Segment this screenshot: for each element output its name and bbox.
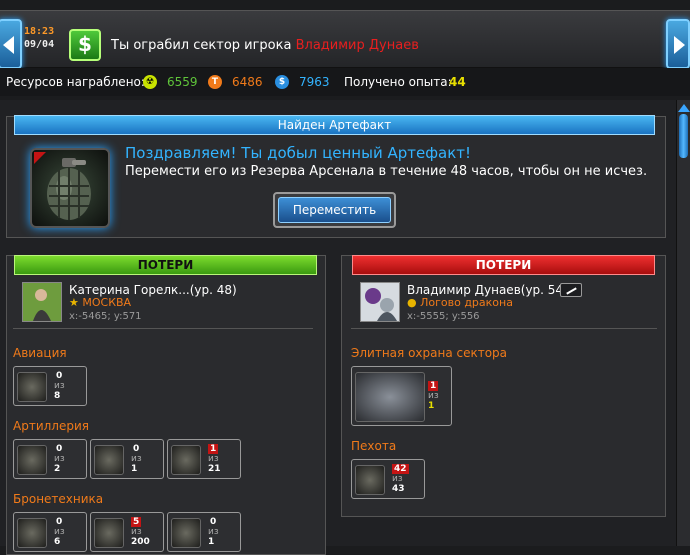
unit-of-label: из bbox=[392, 474, 403, 484]
event-text: Ты ограбил сектор игрока bbox=[111, 38, 292, 53]
resource-value-credits: 7963 bbox=[299, 75, 330, 89]
unit-loss-count: 0 bbox=[56, 371, 63, 381]
star-icon: ★ bbox=[69, 296, 83, 309]
defender-avatar-image bbox=[361, 283, 399, 321]
unit-slot[interactable]: 0 из 1 bbox=[90, 439, 164, 479]
experience-value: 44 bbox=[449, 75, 466, 89]
unit-of-label: из bbox=[208, 454, 219, 464]
unit-slot[interactable]: 1 из 1 bbox=[351, 366, 452, 426]
armor-unit-icon bbox=[171, 518, 201, 548]
defender-city-name[interactable]: Логово дракона bbox=[420, 296, 513, 309]
unit-loss-count: 1 bbox=[428, 381, 439, 391]
unit-of-label: из bbox=[54, 454, 65, 464]
artifact-description: Перемести его из Резерва Арсенала в тече… bbox=[125, 164, 648, 179]
titanium-icon: T bbox=[208, 75, 222, 89]
move-artifact-button-label: Переместить bbox=[278, 197, 391, 223]
unit-total: 21 bbox=[208, 464, 221, 474]
category-infantry: Пехота bbox=[351, 439, 397, 453]
unit-slot[interactable]: 0 из 1 bbox=[167, 512, 241, 552]
next-message-button[interactable] bbox=[666, 19, 690, 69]
attacker-losses-header: ПОТЕРИ bbox=[14, 255, 317, 275]
category-elite-guard: Элитная охрана сектора bbox=[351, 346, 508, 360]
dollar-sign-icon: $ bbox=[69, 29, 101, 61]
category-armor: Бронетехника bbox=[13, 492, 104, 506]
unit-slot[interactable]: 0 из 6 bbox=[13, 512, 87, 552]
unit-slot[interactable]: 42 из 43 bbox=[351, 459, 425, 499]
category-aviation: Авиация bbox=[13, 346, 67, 360]
unit-total: 2 bbox=[54, 464, 61, 474]
unit-loss-count: 42 bbox=[392, 464, 409, 474]
resource-value-titanium: 6486 bbox=[232, 75, 263, 89]
defender-city: ● Логово дракона bbox=[407, 296, 513, 309]
unit-of-label: из bbox=[428, 391, 439, 401]
defender-losses-header: ПОТЕРИ bbox=[352, 255, 655, 275]
armor-unit-icon bbox=[94, 518, 124, 548]
artillery-unit-icon bbox=[17, 445, 47, 475]
unit-total: 8 bbox=[54, 391, 61, 401]
unit-of-label: из bbox=[131, 527, 142, 537]
unit-of-label: из bbox=[54, 527, 65, 537]
helicopter-unit-icon bbox=[355, 372, 425, 422]
attacker-city: ★ МОСКВА bbox=[69, 296, 131, 309]
scroll-up-icon[interactable] bbox=[678, 104, 690, 112]
unit-loss-count: 0 bbox=[56, 517, 63, 527]
unit-of-label: из bbox=[208, 527, 219, 537]
category-artillery: Артиллерия bbox=[13, 419, 89, 433]
prev-message-button[interactable] bbox=[0, 19, 22, 69]
artifact-title: Поздравляем! Ты добыл ценный Артефакт! bbox=[125, 144, 472, 162]
resources-label: Ресурсов награблено: bbox=[6, 75, 145, 89]
time-text: 18:23 bbox=[24, 26, 55, 37]
armor-unit-icon bbox=[17, 518, 47, 548]
attacker-name[interactable]: Катерина Горелк...(ур. 48) bbox=[69, 283, 237, 297]
artifact-header: Найден Артефакт bbox=[14, 115, 655, 135]
divider bbox=[351, 328, 657, 329]
infantry-unit-icon bbox=[355, 465, 385, 495]
artifact-grenade-icon[interactable] bbox=[30, 148, 110, 228]
artillery-unit-icon bbox=[94, 445, 124, 475]
top-notification-bar: 18:23 09/04 $ Ты ограбил сектор игрока В… bbox=[0, 10, 690, 69]
move-artifact-button[interactable]: Переместить bbox=[273, 192, 396, 228]
unit-loss-count: 0 bbox=[56, 444, 63, 454]
skull-icon: ● bbox=[407, 296, 421, 309]
edit-icon[interactable] bbox=[560, 283, 582, 297]
attacker-city-name[interactable]: МОСКВА bbox=[82, 296, 131, 309]
unit-slot[interactable]: 0 из 2 bbox=[13, 439, 87, 479]
divider bbox=[13, 328, 313, 329]
attacker-coords: x:-5465; y:571 bbox=[69, 311, 142, 322]
unit-loss-count: 0 bbox=[210, 517, 217, 527]
unit-of-label: из bbox=[131, 454, 142, 464]
unit-loss-count: 0 bbox=[133, 444, 140, 454]
defender-coords: x:-5555; y:556 bbox=[407, 311, 480, 322]
experience-label: Получено опыта: bbox=[344, 75, 452, 89]
resources-bar: Ресурсов награблено: ☢ 6559 T 6486 $ 796… bbox=[0, 68, 690, 96]
unit-slot[interactable]: 1 из 21 bbox=[167, 439, 241, 479]
unit-total: 43 bbox=[392, 484, 405, 494]
scroll-thumb[interactable] bbox=[679, 114, 688, 158]
unit-slot[interactable]: 5 из 200 bbox=[90, 512, 164, 552]
unit-total: 1 bbox=[428, 401, 435, 411]
avatar[interactable] bbox=[360, 282, 400, 322]
attacker-avatar-image bbox=[23, 283, 61, 321]
unit-total: 1 bbox=[131, 464, 138, 474]
scrollbar[interactable] bbox=[676, 100, 690, 546]
arrow-right-icon bbox=[674, 36, 685, 54]
mech-unit-icon bbox=[171, 445, 201, 475]
aircraft-unit-icon bbox=[17, 372, 47, 402]
arrow-left-icon bbox=[3, 36, 14, 54]
unit-loss-count: 1 bbox=[208, 444, 219, 454]
resource-value-radiation: 6559 bbox=[167, 75, 198, 89]
credits-icon: $ bbox=[275, 75, 289, 89]
event-message: Ты ограбил сектор игрока Владимир Дунаев bbox=[111, 38, 419, 53]
unit-loss-count: 5 bbox=[131, 517, 142, 527]
unit-slot[interactable]: 0 из 8 bbox=[13, 366, 87, 406]
timestamp: 18:23 09/04 bbox=[24, 25, 64, 51]
defender-name[interactable]: Владимир Дунаев(ур. 54) bbox=[407, 283, 568, 297]
date-text: 09/04 bbox=[24, 39, 55, 50]
unit-of-label: из bbox=[54, 381, 65, 391]
grenade-icon bbox=[34, 152, 91, 220]
avatar[interactable] bbox=[22, 282, 62, 322]
radiation-icon: ☢ bbox=[143, 75, 157, 89]
event-player-link[interactable]: Владимир Дунаев bbox=[296, 38, 419, 53]
